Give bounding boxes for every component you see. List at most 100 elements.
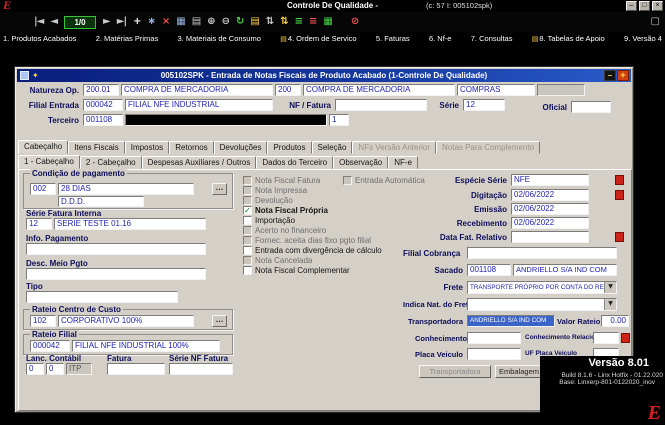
monitor-icon[interactable]: ▢ [651, 14, 659, 30]
transportadora-field[interactable]: ANDRIELLO S/A IND COM [467, 315, 555, 327]
sacado-code-field[interactable]: 001108 [467, 264, 511, 276]
frete-dropdown[interactable]: TRANSPORTE PRÓPRIO POR CONTA DO REMETENT… [467, 281, 617, 294]
chevron-down-icon[interactable]: ▼ [604, 282, 616, 293]
conhecimento-field[interactable] [467, 332, 521, 344]
placa-veiculo-field[interactable] [467, 348, 521, 360]
tab-itens-fiscais[interactable]: Itens Fiscais [68, 141, 124, 154]
sort-alpha-button[interactable]: ⇅ [280, 14, 287, 30]
natureza-op-code2-field[interactable]: 200 [275, 84, 301, 96]
window-minimize-button[interactable]: – [626, 1, 637, 11]
natureza-op-code-field[interactable]: 200.01 [83, 84, 119, 96]
attachment-flag-icon[interactable] [615, 190, 624, 200]
terceiro-name-field[interactable] [125, 114, 327, 126]
sort-numeric-button[interactable]: ⇅ [266, 14, 273, 30]
subtab-nfe[interactable]: NF-e [388, 156, 418, 169]
recebimento-field[interactable]: 02/06/2022 [511, 217, 589, 229]
menu-item-consultas[interactable]: 7. Consultas [471, 33, 513, 44]
tab-devolucoes[interactable]: Devoluções [214, 141, 268, 154]
checkbox-nota-fiscal-complementar[interactable]: Nota Fiscal Complementar [243, 265, 350, 275]
list-view-button[interactable]: ≡ [295, 14, 302, 30]
rateio-centro-custo-code-field[interactable]: 102 [30, 315, 56, 327]
checkbox-box[interactable] [243, 256, 252, 265]
lanc-contabil-field-1[interactable]: 0 [26, 363, 44, 375]
zoom-in-button[interactable]: ⊕ [207, 14, 214, 30]
filial-entrada-code-field[interactable]: 000042 [83, 99, 123, 111]
checkbox-box[interactable] [243, 236, 252, 245]
checkbox-box[interactable] [243, 216, 252, 225]
grid-view-button[interactable]: ▦ [323, 14, 331, 30]
list-remove-button[interactable]: ≡ [309, 14, 316, 30]
data-fat-relativo-field[interactable] [511, 231, 589, 243]
oficial-field[interactable] [571, 101, 611, 113]
rateio-filial-code-field[interactable]: 000042 [30, 340, 70, 352]
subtab-observacao[interactable]: Observação [333, 156, 388, 169]
checkbox-box[interactable] [243, 246, 252, 255]
checkbox-box[interactable] [243, 266, 252, 275]
edit-record-button[interactable]: ∗ [147, 14, 154, 30]
checkbox-box[interactable] [243, 186, 252, 195]
especie-serie-field[interactable]: NFE [511, 174, 589, 186]
sacado-desc-field[interactable]: ANDRIELLO S/A IND COM [513, 264, 617, 276]
checkbox-entrada-divergencia[interactable]: Entrada com divergência de cálculo [243, 245, 382, 255]
refresh-button[interactable]: ↻ [236, 14, 243, 30]
fatura-field[interactable] [107, 363, 165, 375]
checkbox-box[interactable] [243, 226, 252, 235]
rateio-filial-desc-field[interactable]: FILIAL NFE INDUSTRIAL 100% [72, 340, 220, 352]
nf-fatura-field[interactable] [335, 99, 427, 111]
attachment-flag-icon[interactable] [615, 175, 624, 185]
checkbox-box[interactable] [343, 176, 352, 185]
condicao-pagamento-desc-field[interactable]: 28 DIAS [58, 183, 194, 195]
attachment-flag-icon[interactable] [621, 333, 630, 343]
checkbox-importacao[interactable]: Importação [243, 215, 295, 225]
last-record-button[interactable]: ►| [117, 14, 126, 30]
menu-item-materias-primas[interactable]: 2. Matérias Primas [96, 33, 159, 44]
attachment-flag-icon[interactable] [615, 232, 624, 242]
window-close-button[interactable]: × [652, 1, 663, 11]
serie-fatura-code-field[interactable]: 12 [26, 218, 52, 230]
natureza-op-desc2-field[interactable]: COMPRA DE MERCADORIA [303, 84, 455, 96]
serie-nf-fatura-field[interactable] [169, 363, 233, 375]
transportadora-button[interactable]: Transportadora [419, 365, 491, 378]
menu-item-ordem-servico[interactable]: ▤4. Ordem de Servico [280, 33, 356, 44]
subtab-dados-terceiro[interactable]: Dados do Terceiro [256, 156, 333, 169]
serie-field[interactable]: 12 [463, 99, 505, 111]
rateio-centro-custo-lookup-button[interactable]: … [212, 315, 227, 327]
first-record-button[interactable]: |◄ [34, 14, 43, 30]
checkbox-box[interactable]: ✓ [243, 206, 252, 215]
info-pagamento-field[interactable] [26, 243, 206, 255]
tab-cabecalho[interactable]: Cabeçalho [18, 140, 68, 154]
menu-item-materiais-consumo[interactable]: 3. Materiais de Consumo [178, 33, 261, 44]
dialog-minimize-button[interactable]: – [604, 70, 616, 81]
menu-item-nfe[interactable]: 6. Nf-e [429, 33, 452, 44]
new-record-button[interactable]: + [133, 14, 140, 30]
window-maximize-button[interactable]: □ [639, 1, 650, 11]
chevron-down-icon[interactable]: ▼ [604, 299, 616, 310]
save-button[interactable]: ▦ [176, 14, 184, 30]
embalagem-button[interactable]: Embalagem [495, 365, 543, 378]
menu-item-versao[interactable]: 9. Versão 4 [624, 33, 662, 44]
subtab-2-cabecalho[interactable]: 2 - Cabeçalho [80, 156, 142, 169]
subtab-1-cabecalho[interactable]: 1 - Cabeçalho [18, 155, 80, 169]
condicao-pagamento-code-field[interactable]: 002 [30, 183, 56, 195]
rateio-centro-custo-desc-field[interactable]: CORPORATIVO 100% [58, 315, 194, 327]
indica-nat-frete-dropdown[interactable]: ▼ [467, 298, 617, 311]
natureza-op-group-field[interactable]: COMPRAS [457, 84, 535, 96]
desc-meio-pgto-field[interactable] [26, 268, 206, 280]
dialog-close-button[interactable]: + [617, 70, 629, 81]
condicao-pagamento-tipo-field[interactable]: D.D.D. [58, 196, 144, 207]
tab-retornos[interactable]: Retornos [169, 141, 213, 154]
checkbox-box[interactable] [243, 176, 252, 185]
checkbox-box[interactable] [243, 196, 252, 205]
documents-button[interactable]: ▤ [250, 14, 258, 30]
print-button[interactable]: ▤ [192, 14, 200, 30]
tab-selecao[interactable]: Seleção [312, 141, 353, 154]
checkbox-nota-fiscal-propria[interactable]: ✓ Nota Fiscal Própria [243, 205, 328, 215]
terceiro-code-field[interactable]: 001108 [83, 114, 123, 126]
digitacao-field[interactable]: 02/06/2022 [511, 189, 589, 201]
condicao-pagamento-lookup-button[interactable]: … [212, 183, 227, 195]
tab-produtos[interactable]: Produtos [267, 141, 311, 154]
conhecimento-relacionado-field[interactable] [593, 332, 619, 344]
subtab-despesas-auxiliares[interactable]: Despesas Auxiliares / Outros [142, 156, 257, 169]
lanc-contabil-field-2[interactable]: 0 [46, 363, 64, 375]
tab-impostos[interactable]: Impostos [125, 141, 169, 154]
